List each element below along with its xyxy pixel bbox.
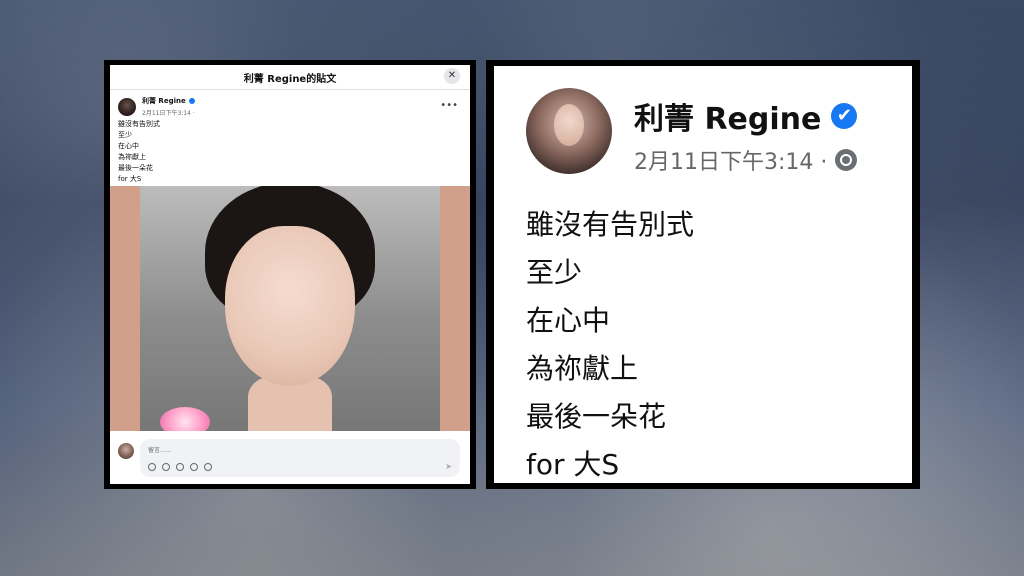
- emoji-icon[interactable]: [162, 463, 170, 471]
- post-line: 雖沒有告別式: [118, 120, 160, 128]
- sticker-icon[interactable]: [204, 463, 212, 471]
- left-screenshot-panel: 利菁 Regine的貼文 ✕ 利菁 Regine 2月11日下午3:14 · •…: [104, 60, 476, 489]
- more-options-icon[interactable]: •••: [440, 100, 458, 111]
- post-line: 最後一朵花: [118, 164, 153, 172]
- globe-icon: [835, 149, 858, 171]
- post-timestamp-large[interactable]: 2月11日下午3:14 ·: [634, 144, 858, 176]
- author-name[interactable]: 利菁 Regine: [142, 96, 195, 106]
- post-line: 為祢獻上: [118, 153, 146, 161]
- comment-input[interactable]: 留言......: [148, 445, 171, 454]
- portrait-image: [140, 186, 440, 431]
- post-line: for 大S: [118, 175, 142, 183]
- avatar[interactable]: [526, 88, 612, 174]
- right-screenshot-panel: 利菁 Regine ✔ 2月11日下午3:14 · 雖沒有告別式 至少 在心中 …: [486, 60, 920, 489]
- commenter-avatar: [118, 443, 134, 459]
- camera-icon[interactable]: [176, 463, 184, 471]
- comment-area: 留言...... ➤: [110, 435, 470, 484]
- comment-icons: [148, 463, 212, 471]
- post-content-large: 雖沒有告別式 至少 在心中 為祢獻上 最後一朵花 for 大S: [526, 201, 694, 483]
- avatar[interactable]: [118, 97, 136, 116]
- comment-box[interactable]: 留言...... ➤: [140, 439, 460, 477]
- left-post-window: 利菁 Regine的貼文 ✕ 利菁 Regine 2月11日下午3:14 · •…: [110, 65, 470, 484]
- post-line: 為祢獻上: [526, 352, 639, 385]
- face-shape: [225, 226, 355, 386]
- gif-icon[interactable]: [190, 463, 198, 471]
- zoomed-post: 利菁 Regine ✔ 2月11日下午3:14 · 雖沒有告別式 至少 在心中 …: [494, 66, 912, 483]
- post-line: 最後一朵花: [526, 400, 667, 433]
- post-header: 利菁 Regine 2月11日下午3:14 ·: [118, 96, 195, 117]
- post-line: 在心中: [526, 304, 611, 337]
- post-photo[interactable]: [110, 186, 470, 431]
- post-timestamp[interactable]: 2月11日下午3:14 ·: [142, 108, 195, 117]
- author-name-large[interactable]: 利菁 Regine ✔: [634, 94, 858, 138]
- close-icon[interactable]: ✕: [444, 68, 460, 84]
- post-line: 雖沒有告別式: [526, 208, 695, 241]
- post-content: 雖沒有告別式 至少 在心中 為祢獻上 最後一朵花 for 大S: [118, 119, 160, 185]
- avatar-sticker-icon[interactable]: [148, 463, 156, 471]
- post-line: for 大S: [526, 448, 620, 481]
- verified-badge-icon: ✔: [831, 103, 858, 129]
- post-line: 至少: [118, 131, 132, 139]
- post-line: 在心中: [118, 142, 139, 150]
- post-window-title: 利菁 Regine的貼文: [243, 73, 337, 85]
- send-icon[interactable]: ➤: [445, 462, 452, 471]
- post-title-bar: 利菁 Regine的貼文 ✕: [110, 65, 470, 90]
- author-meta: 利菁 Regine 2月11日下午3:14 ·: [142, 96, 195, 117]
- verified-badge-icon: [188, 98, 195, 104]
- avatar-face: [554, 104, 584, 146]
- flower-shape: [160, 407, 210, 431]
- post-line: 至少: [526, 256, 583, 289]
